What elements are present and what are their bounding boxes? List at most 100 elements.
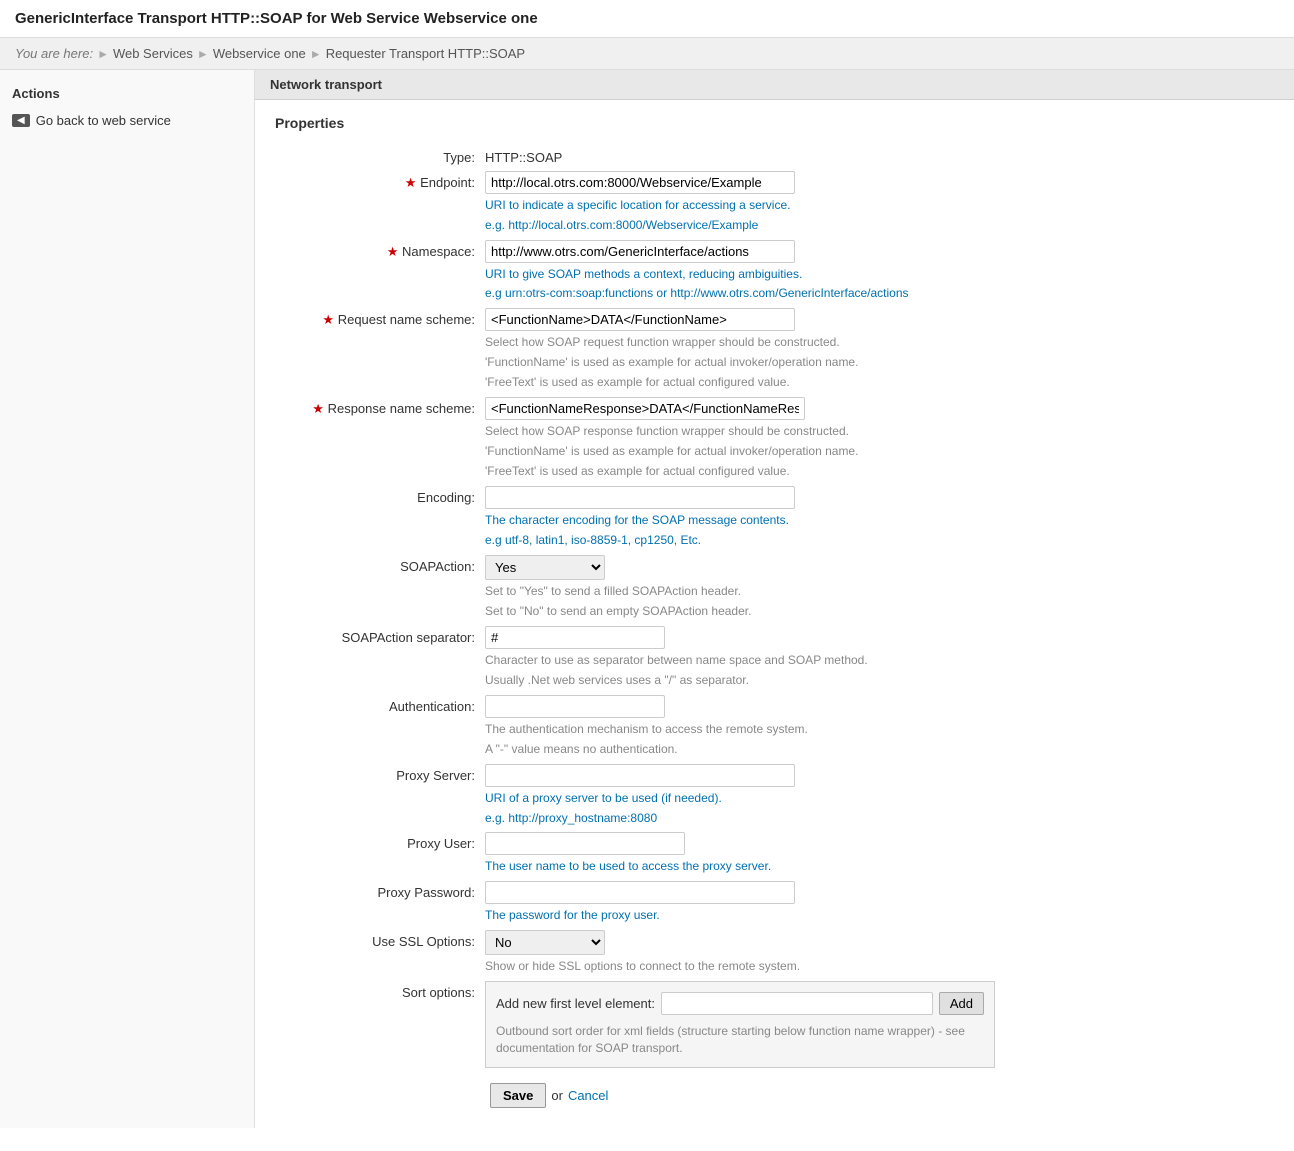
type-value: HTTP::SOAP: [485, 146, 1135, 165]
soap-action-select[interactable]: Yes No: [485, 555, 605, 580]
proxy-password-help: The password for the proxy user.: [485, 907, 1135, 924]
encoding-row: Encoding: The character encoding for the…: [275, 486, 1274, 549]
response-name-scheme-row: ★ Response name scheme: Select how SOAP …: [275, 397, 1274, 480]
proxy-password-input-area: The password for the proxy user.: [485, 881, 1135, 924]
soap-action-row: SOAPAction: Yes No Set to "Yes" to send …: [275, 555, 1274, 620]
sort-options-add-button[interactable]: Add: [939, 992, 984, 1015]
namespace-required-star: ★: [387, 244, 402, 259]
type-label: Type:: [275, 146, 485, 165]
namespace-label: ★ Namespace:: [275, 240, 485, 260]
sort-options-inner: Add new first level element: Add: [496, 992, 984, 1015]
encoding-input-area: The character encoding for the SOAP mess…: [485, 486, 1135, 549]
proxy-user-input[interactable]: [485, 832, 685, 855]
go-back-action[interactable]: ◀ Go back to web service: [0, 107, 254, 134]
encoding-label: Encoding:: [275, 486, 485, 505]
namespace-input-area: URI to give SOAP methods a context, redu…: [485, 240, 1135, 303]
soap-action-separator-input[interactable]: [485, 626, 665, 649]
network-transport-header: Network transport: [255, 70, 1294, 100]
response-name-scheme-help1: Select how SOAP response function wrappe…: [485, 422, 1135, 440]
properties-section: Properties Type: HTTP::SOAP ★ Endpoint: …: [255, 100, 1294, 1128]
soap-action-separator-help2: Usually .Net web services uses a "/" as …: [485, 671, 1135, 689]
encoding-input[interactable]: [485, 486, 795, 509]
type-row: Type: HTTP::SOAP: [275, 146, 1274, 165]
proxy-server-input-area: URI of a proxy server to be used (if nee…: [485, 764, 1135, 827]
endpoint-required-star: ★: [405, 175, 420, 190]
namespace-row: ★ Namespace: URI to give SOAP methods a …: [275, 240, 1274, 303]
response-name-scheme-label: ★ Response name scheme:: [275, 397, 485, 417]
authentication-row: Authentication: The authentication mecha…: [275, 695, 1274, 758]
sidebar: Actions ◀ Go back to web service: [0, 70, 255, 1128]
namespace-help2: e.g urn:otrs-com:soap:functions or http:…: [485, 285, 1135, 302]
save-button[interactable]: Save: [490, 1083, 546, 1108]
soap-action-input-area: Yes No Set to "Yes" to send a filled SOA…: [485, 555, 1135, 620]
request-name-scheme-help1: Select how SOAP request function wrapper…: [485, 333, 1135, 351]
go-back-label: Go back to web service: [36, 113, 171, 128]
sort-options-input[interactable]: [661, 992, 933, 1015]
breadcrumb-arrow-1: ►: [97, 47, 109, 61]
form-actions: Save or Cancel: [275, 1083, 1274, 1108]
main-content: Network transport Properties Type: HTTP:…: [255, 70, 1294, 1128]
proxy-user-label: Proxy User:: [275, 832, 485, 851]
proxy-user-help: The user name to be used to access the p…: [485, 858, 1135, 875]
breadcrumb-you-are-here: You are here:: [15, 46, 93, 61]
endpoint-help1: URI to indicate a specific location for …: [485, 197, 1135, 214]
type-value-area: HTTP::SOAP: [485, 146, 1135, 165]
encoding-help2: e.g utf-8, latin1, iso-8859-1, cp1250, E…: [485, 532, 1135, 549]
breadcrumb-arrow-3: ►: [310, 47, 322, 61]
request-name-scheme-row: ★ Request name scheme: Select how SOAP r…: [275, 308, 1274, 391]
sort-options-note: Outbound sort order for xml fields (stru…: [496, 1023, 984, 1057]
namespace-input[interactable]: [485, 240, 795, 263]
soap-action-label: SOAPAction:: [275, 555, 485, 574]
proxy-user-input-area: The user name to be used to access the p…: [485, 832, 1135, 875]
proxy-password-label: Proxy Password:: [275, 881, 485, 900]
cancel-link[interactable]: Cancel: [568, 1088, 608, 1103]
endpoint-help2: e.g. http://local.otrs.com:8000/Webservi…: [485, 217, 1135, 234]
breadcrumb: You are here: ► Web Services ► Webservic…: [0, 38, 1294, 70]
request-name-scheme-input-area: Select how SOAP request function wrapper…: [485, 308, 1135, 391]
breadcrumb-web-services[interactable]: Web Services: [113, 46, 193, 61]
sidebar-title: Actions: [0, 80, 254, 107]
endpoint-row: ★ Endpoint: URI to indicate a specific l…: [275, 171, 1274, 234]
breadcrumb-arrow-2: ►: [197, 47, 209, 61]
authentication-help1: The authentication mechanism to access t…: [485, 720, 1135, 738]
breadcrumb-requester-transport: Requester Transport HTTP::SOAP: [326, 46, 525, 61]
ssl-options-select[interactable]: No Yes: [485, 930, 605, 955]
sort-options-row: Sort options: Add new first level elemen…: [275, 981, 1274, 1068]
proxy-password-input[interactable]: [485, 881, 795, 904]
add-first-level-label: Add new first level element:: [496, 996, 655, 1011]
ssl-options-help: Show or hide SSL options to connect to t…: [485, 957, 1135, 975]
response-name-scheme-input-area: Select how SOAP response function wrappe…: [485, 397, 1135, 480]
proxy-server-help1: URI of a proxy server to be used (if nee…: [485, 790, 1135, 807]
response-required-star: ★: [312, 401, 327, 416]
request-name-scheme-label: ★ Request name scheme:: [275, 308, 485, 328]
endpoint-input[interactable]: [485, 171, 795, 194]
request-name-scheme-help3: 'FreeText' is used as example for actual…: [485, 373, 1135, 391]
request-name-scheme-help2: 'FunctionName' is used as example for ac…: [485, 353, 1135, 371]
request-name-scheme-input[interactable]: [485, 308, 795, 331]
ssl-options-label: Use SSL Options:: [275, 930, 485, 949]
encoding-help1: The character encoding for the SOAP mess…: [485, 512, 1135, 529]
soap-action-separator-help1: Character to use as separator between na…: [485, 651, 1135, 669]
proxy-user-row: Proxy User: The user name to be used to …: [275, 832, 1274, 875]
proxy-server-row: Proxy Server: URI of a proxy server to b…: [275, 764, 1274, 827]
soap-action-separator-input-area: Character to use as separator between na…: [485, 626, 1135, 689]
request-required-star: ★: [322, 312, 337, 327]
ssl-options-row: Use SSL Options: No Yes Show or hide SSL…: [275, 930, 1274, 975]
soap-action-separator-label: SOAPAction separator:: [275, 626, 485, 645]
proxy-server-help2: e.g. http://proxy_hostname:8080: [485, 810, 1135, 827]
or-text: or: [551, 1088, 563, 1103]
response-name-scheme-input[interactable]: [485, 397, 805, 420]
breadcrumb-webservice-one[interactable]: Webservice one: [213, 46, 306, 61]
response-name-scheme-help2: 'FunctionName' is used as example for ac…: [485, 442, 1135, 460]
proxy-server-input[interactable]: [485, 764, 795, 787]
ssl-options-input-area: No Yes Show or hide SSL options to conne…: [485, 930, 1135, 975]
namespace-help1: URI to give SOAP methods a context, redu…: [485, 266, 1135, 283]
authentication-input-area: The authentication mechanism to access t…: [485, 695, 1135, 758]
page-title: GenericInterface Transport HTTP::SOAP fo…: [0, 0, 1294, 38]
properties-title: Properties: [275, 115, 1274, 131]
proxy-password-row: Proxy Password: The password for the pro…: [275, 881, 1274, 924]
proxy-server-label: Proxy Server:: [275, 764, 485, 783]
endpoint-label: ★ Endpoint:: [275, 171, 485, 191]
back-arrow-icon: ◀: [12, 114, 30, 127]
authentication-input[interactable]: [485, 695, 665, 718]
